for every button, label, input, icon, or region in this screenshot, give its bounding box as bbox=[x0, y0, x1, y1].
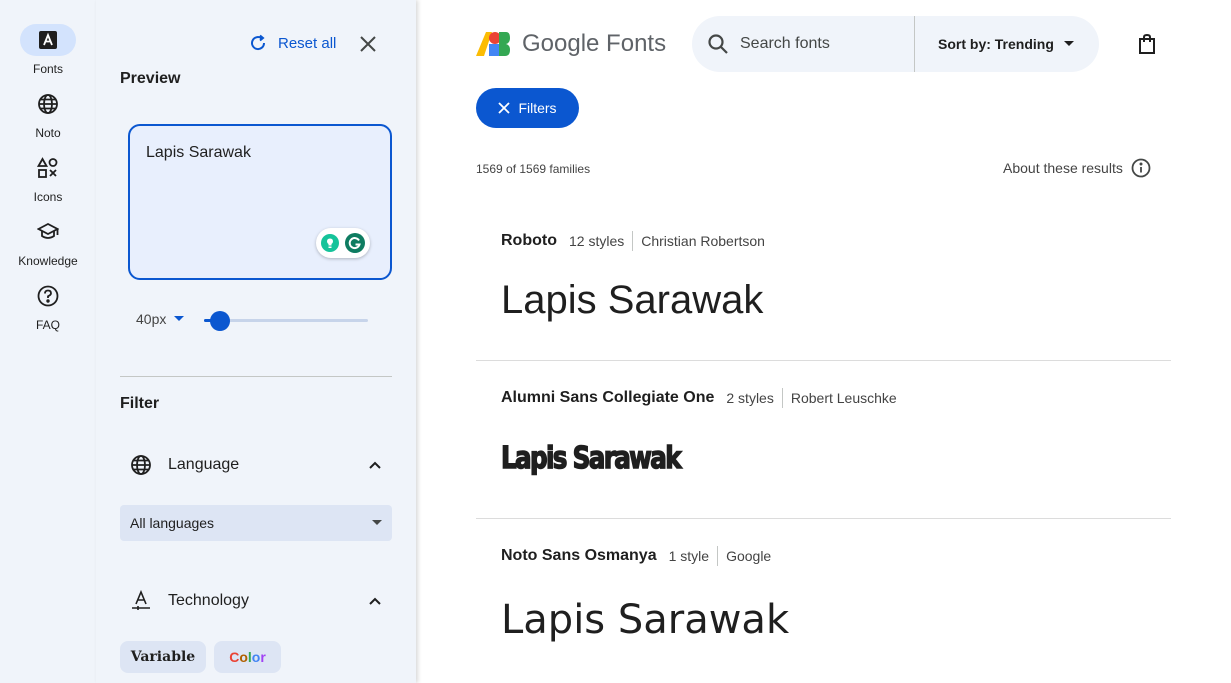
font-card[interactable]: Alumni Sans Collegiate One 2 styles Robe… bbox=[476, 385, 1171, 505]
about-results-label: About these results bbox=[1003, 160, 1123, 176]
font-size-value: 40px bbox=[136, 311, 167, 327]
preview-text: Lapis Sarawak bbox=[146, 144, 251, 161]
school-icon bbox=[20, 216, 76, 248]
globe-icon bbox=[20, 88, 76, 120]
reset-all-button[interactable]: Reset all bbox=[248, 33, 336, 53]
chip-color-label: Color bbox=[229, 649, 266, 665]
font-name: Roboto bbox=[501, 232, 557, 249]
grammarly-icon bbox=[345, 233, 365, 253]
preview-heading: Preview bbox=[120, 70, 181, 87]
info-icon bbox=[1131, 158, 1151, 178]
sort-label: Sort by: Trending bbox=[938, 36, 1054, 52]
font-meta: Alumni Sans Collegiate One 2 styles Robe… bbox=[501, 388, 897, 408]
font-designer: Google bbox=[726, 548, 772, 564]
filter-panel: Reset all Preview Lapis Sarawak 40px Fil… bbox=[96, 0, 416, 683]
font-designer: Christian Robertson bbox=[641, 233, 765, 249]
refresh-icon bbox=[251, 34, 266, 51]
font-name: Noto Sans Osmanya bbox=[501, 547, 657, 564]
chip-color[interactable]: Color bbox=[214, 641, 281, 673]
close-panel-button[interactable] bbox=[356, 32, 380, 56]
font-sample: Lapis Sarawak bbox=[501, 278, 764, 322]
lightbulb-icon bbox=[321, 234, 339, 252]
about-results-link[interactable]: About these results bbox=[1003, 158, 1151, 178]
filters-label: Filters bbox=[518, 100, 557, 116]
row-divider bbox=[476, 360, 1171, 361]
font-size-select[interactable]: 40px bbox=[136, 311, 185, 327]
meta-divider bbox=[717, 546, 719, 566]
close-icon bbox=[498, 102, 511, 114]
google-fonts-logo-icon bbox=[476, 32, 510, 56]
globe-icon bbox=[131, 455, 151, 475]
font-meta: Noto Sans Osmanya 1 style Google bbox=[501, 546, 771, 566]
search-input[interactable] bbox=[740, 35, 900, 53]
rail-item-knowledge[interactable]: Knowledge bbox=[0, 216, 96, 268]
sort-select[interactable]: Sort by: Trending bbox=[938, 16, 1074, 72]
font-designer: Robert Leuschke bbox=[790, 390, 897, 406]
text-format-icon bbox=[132, 590, 150, 610]
dropdown-arrow-icon bbox=[1063, 41, 1074, 46]
rail-item-icons[interactable]: Icons bbox=[0, 152, 96, 204]
grammarly-widget[interactable] bbox=[316, 228, 370, 258]
font-sample: Lapis Sarawak bbox=[500, 440, 682, 477]
font-name: Alumni Sans Collegiate One bbox=[501, 389, 715, 406]
chip-variable-label: Variable bbox=[130, 649, 196, 665]
language-select-value: All languages bbox=[130, 515, 215, 531]
technology-accordion[interactable]: Technology bbox=[130, 590, 382, 612]
rail-label: Knowledge bbox=[18, 254, 78, 268]
preview-text-input[interactable]: Lapis Sarawak bbox=[128, 124, 392, 280]
rail-label: Fonts bbox=[32, 62, 63, 76]
search-icon bbox=[708, 34, 728, 54]
rail-label: Noto bbox=[35, 126, 61, 140]
font-styles: 12 styles bbox=[568, 233, 625, 249]
nav-rail: Fonts Noto Icons Knowledge FAQ bbox=[0, 0, 96, 683]
help-icon bbox=[20, 280, 76, 312]
logo-text: Google Fonts bbox=[522, 30, 667, 57]
close-icon bbox=[360, 36, 376, 52]
reset-all-label: Reset all bbox=[278, 34, 337, 52]
rail-label: Icons bbox=[33, 190, 63, 204]
filter-heading: Filter bbox=[120, 395, 160, 412]
font-size-slider[interactable] bbox=[204, 311, 368, 331]
rail-item-fonts[interactable]: Fonts bbox=[0, 24, 96, 76]
panel-divider bbox=[120, 376, 392, 377]
font-card[interactable]: Roboto 12 styles Christian Robertson Lap… bbox=[476, 228, 1171, 348]
results-count: 1569 of 1569 families bbox=[476, 162, 591, 176]
rail-item-noto[interactable]: Noto bbox=[0, 88, 96, 140]
meta-divider bbox=[632, 231, 634, 251]
row-divider bbox=[476, 518, 1171, 519]
font-sample: Lapis Sarawak bbox=[501, 597, 790, 643]
fonts-icon bbox=[20, 24, 76, 56]
language-accordion[interactable]: Language bbox=[130, 454, 382, 476]
font-styles: 1 style bbox=[668, 548, 710, 564]
chip-variable[interactable]: Variable bbox=[120, 641, 206, 673]
slider-thumb[interactable] bbox=[210, 311, 231, 331]
meta-divider bbox=[781, 388, 783, 408]
language-label: Language bbox=[168, 456, 240, 473]
chevron-up-icon bbox=[369, 461, 381, 469]
dropdown-arrow-icon bbox=[174, 316, 185, 321]
language-select[interactable]: All languages bbox=[120, 505, 392, 541]
shopping-bag-icon bbox=[1139, 33, 1155, 54]
rail-label: FAQ bbox=[35, 318, 60, 332]
google-fonts-logo[interactable]: Google Fonts bbox=[476, 30, 666, 58]
font-meta: Roboto 12 styles Christian Robertson bbox=[501, 231, 765, 251]
search-divider bbox=[914, 16, 915, 72]
font-card[interactable]: Noto Sans Osmanya 1 style Google Lapis S… bbox=[476, 543, 1171, 683]
technology-label: Technology bbox=[168, 592, 249, 609]
filters-button[interactable]: Filters bbox=[476, 88, 579, 128]
font-styles: 2 styles bbox=[726, 390, 774, 406]
shopping-bag-button[interactable] bbox=[1135, 32, 1159, 56]
search-bar: Sort by: Trending bbox=[692, 16, 1099, 72]
dropdown-arrow-icon bbox=[372, 520, 382, 525]
rail-item-faq[interactable]: FAQ bbox=[0, 280, 96, 332]
shapes-icon bbox=[20, 152, 76, 184]
chevron-up-icon bbox=[369, 597, 381, 605]
